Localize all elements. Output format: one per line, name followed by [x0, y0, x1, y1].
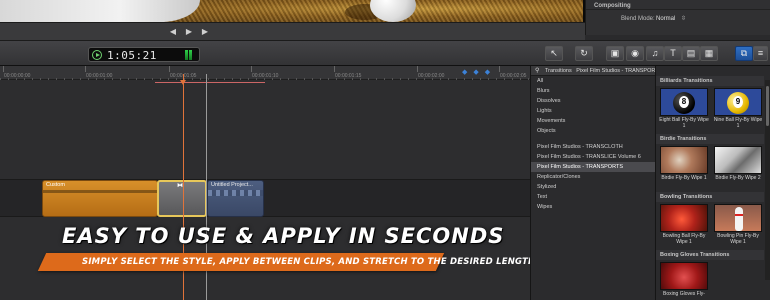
audio-meter-icon: [185, 50, 195, 60]
category-item[interactable]: Objects: [531, 126, 655, 136]
ruler-dots: [0, 78, 530, 80]
title-icon[interactable]: T: [664, 46, 682, 61]
index-icon[interactable]: ≡: [753, 46, 768, 61]
banner-subline: SIMPLY SELECT THE STYLE, APPLY BETWEEN C…: [82, 257, 536, 267]
clip-appearance-icon[interactable]: ▣: [606, 46, 624, 61]
clip-bar: [43, 190, 157, 193]
group-header: Birdie Transitions: [656, 134, 764, 144]
timeline-ruler[interactable]: 00:00:00:00 00:00:01:00 00:00:01:05 00:0…: [0, 66, 530, 80]
bowling-pin-thumbnail[interactable]: [714, 204, 762, 232]
clip-label: Untitled Project...: [211, 182, 253, 188]
thumbnail-caption: Eight Ball Fly-By Wipe 1: [659, 117, 709, 129]
camera-icon[interactable]: ◉: [626, 46, 644, 61]
category-item[interactable]: All: [531, 76, 655, 86]
gallery-scrollbar[interactable]: [765, 80, 770, 280]
chevron-updown-icon[interactable]: ⇳: [681, 15, 686, 22]
category-item[interactable]: Pixel Film Studios - TRANSCLOTH: [531, 142, 655, 152]
thumbnail-caption: Birdie Fly-By Wipe 2: [715, 175, 761, 181]
boxing-glove-thumbnail[interactable]: [660, 262, 708, 290]
transition-browser-icon[interactable]: ⧉: [735, 46, 753, 61]
blend-mode-label: Blend Mode:: [621, 16, 655, 22]
search-icon[interactable]: ⚲: [535, 67, 539, 74]
timecode-play-icon: [92, 50, 102, 60]
skip-forward-icon[interactable]: ▶: [198, 26, 212, 38]
range-selection: [155, 82, 265, 83]
dashboard-timecode[interactable]: 1:05:21: [88, 47, 200, 62]
browser-breadcrumb: Transitions Pixel Film Studios - TRANSPO…: [545, 68, 663, 74]
category-item-selected[interactable]: Pixel Film Studios - TRANSPORTS: [531, 162, 655, 172]
clip-label: Custom: [46, 182, 65, 188]
audio-skimming-icon[interactable]: ◆◆◆: [462, 68, 496, 76]
skip-back-icon[interactable]: ◀: [166, 26, 180, 38]
category-item[interactable]: Dissolves: [531, 96, 655, 106]
viewer[interactable]: [0, 0, 585, 22]
transport-bar: ◀ ▶ ▶: [0, 22, 585, 40]
birdie-thumbnail[interactable]: [660, 146, 708, 174]
eight-ball-thumbnail[interactable]: [660, 88, 708, 116]
birdie-thumbnail[interactable]: [714, 146, 762, 174]
category-item[interactable]: Lights: [531, 106, 655, 116]
category-item[interactable]: Movements: [531, 116, 655, 126]
nine-ball-thumbnail[interactable]: [714, 88, 762, 116]
retime-icon[interactable]: ↻: [575, 46, 593, 61]
thumbnail-caption: Birdie Fly-By Wipe 1: [661, 175, 707, 181]
category-item[interactable]: Replicator/Clones: [531, 172, 655, 182]
select-tool-icon[interactable]: ↖: [545, 46, 563, 61]
group-header: Boxing Gloves Transitions: [656, 250, 764, 260]
category-item[interactable]: Stylized: [531, 182, 655, 192]
category-item[interactable]: Blurs: [531, 86, 655, 96]
browser-header: ⚲ Transitions Pixel Film Studios - TRANS…: [531, 66, 662, 76]
play-icon[interactable]: ▶: [182, 26, 196, 38]
inspector-divider: [586, 9, 770, 10]
clip-custom[interactable]: Custom: [42, 180, 158, 217]
thumbnail-caption: Bowling Pin Fly-By Wipe 1: [717, 233, 759, 245]
category-item[interactable]: Text: [531, 192, 655, 202]
category-item[interactable]: Wipes: [531, 202, 655, 212]
group-header: Billiards Transitions: [656, 76, 764, 86]
theme-icon[interactable]: ▦: [700, 46, 718, 61]
transition-clip[interactable]: ⧓: [157, 180, 207, 217]
group-header: Bowling Transitions: [656, 192, 764, 202]
banner-headline: EASY TO USE & APPLY IN SECONDS: [62, 224, 505, 248]
thumbnail-caption: Bowling Ball Fly-By Wipe 1: [662, 233, 706, 245]
transitions-browser: ⚲ Transitions Pixel Film Studios - TRANS…: [530, 66, 662, 300]
toolbar: 1:05:21 ↖ ↻ ▣ ◉ ♫ T ▤ ▦ ⧉ ≡: [0, 40, 770, 66]
transitions-gallery[interactable]: Billiards Transitions Eight Ball Fly-By …: [655, 66, 770, 300]
thumbnail-caption: Nine Ball Fly-By Wipe 1: [713, 117, 763, 129]
generator-icon[interactable]: ▤: [682, 46, 700, 61]
category-item[interactable]: Pixel Film Studios - TRANSLICE Volume 6: [531, 152, 655, 162]
viewer-foreground: [0, 0, 200, 22]
inspector-panel: Compositing Blend Mode: Normal ⇳: [585, 0, 770, 35]
thumbnail-caption: Boxing Gloves Fly-: [663, 291, 705, 297]
clip-filmstrip: [208, 190, 263, 196]
bowling-ball-thumbnail[interactable]: [660, 204, 708, 232]
clip-untitled-project[interactable]: Untitled Project...: [207, 180, 264, 217]
blend-mode-select[interactable]: Normal: [656, 16, 675, 22]
timecode-value: 1:05:21: [107, 49, 157, 62]
music-icon[interactable]: ♫: [646, 46, 664, 61]
